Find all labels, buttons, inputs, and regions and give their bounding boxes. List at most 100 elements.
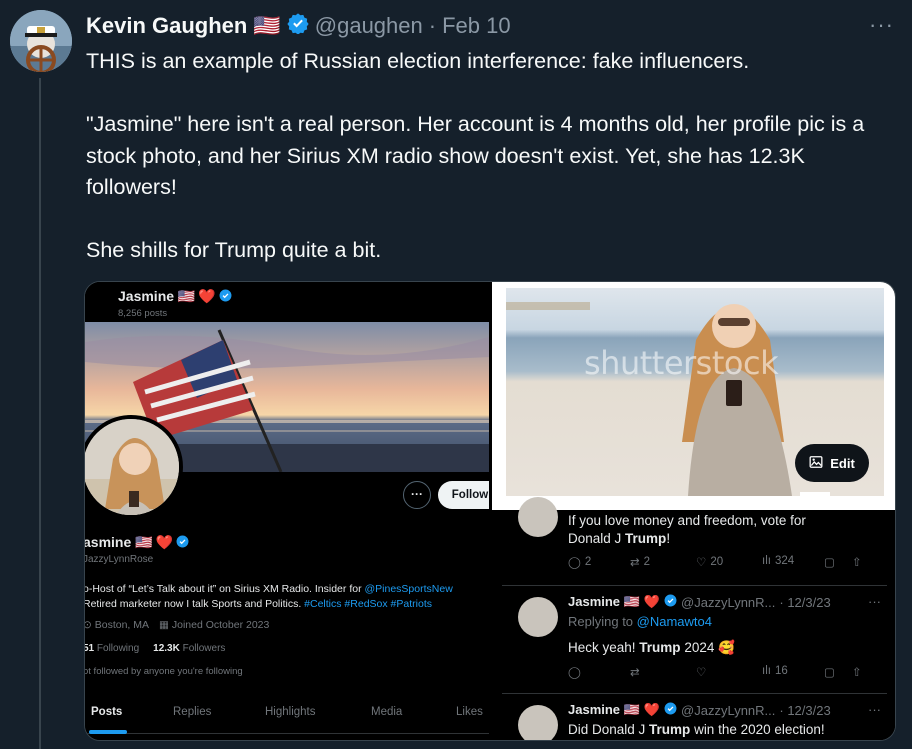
bookmark-icon[interactable]: ▢ xyxy=(824,555,835,569)
tweet-author-name[interactable]: Jasmine 🇺🇸 xyxy=(568,702,640,718)
tweets-screenshot[interactable]: If you love money and freedom, vote for … xyxy=(492,497,895,740)
tweet-date[interactable]: · 12/3/23 xyxy=(779,703,830,718)
following-count[interactable]: 51 Following xyxy=(85,643,139,654)
like-count: 20 xyxy=(710,556,724,568)
not-followed-note: ot followed by anyone you're following xyxy=(85,666,243,677)
profile-tabs: Posts Replies Highlights Media Likes xyxy=(85,694,489,734)
following-number: 51 xyxy=(85,643,95,654)
following-label: Following xyxy=(96,643,140,654)
tab-highlights[interactable]: Highlights xyxy=(265,706,316,718)
joined-text: Joined October 2023 xyxy=(171,619,270,631)
text-run: Did Donald J xyxy=(568,722,650,737)
view-count: 16 xyxy=(774,665,788,677)
heart-icon: ♡ xyxy=(696,557,707,569)
like-action[interactable]: ♡ 20 xyxy=(696,555,723,569)
tweet-actions: ◯ 2 ⇄ 2 ♡ 20 ılı 324 ▢ ⇧ xyxy=(568,555,868,575)
author-name[interactable]: Kevin Gaughen xyxy=(86,13,247,39)
bio-hashtags[interactable]: #Celtics #RedSox #Patriots xyxy=(304,598,432,610)
share-icon[interactable]: ⇧ xyxy=(852,665,862,679)
jasmine-avatar[interactable] xyxy=(518,705,558,740)
divider xyxy=(502,585,887,586)
tweet-text: THIS is an example of Russian election i… xyxy=(86,49,865,262)
replying-prefix: Replying to xyxy=(568,614,637,629)
tweet-date[interactable]: · 12/3/23 xyxy=(779,595,830,610)
views-action[interactable]: ılı 16 xyxy=(762,665,788,677)
profile-avatar[interactable] xyxy=(85,415,183,519)
followers-number: 12.3K xyxy=(153,643,180,654)
tab-likes[interactable]: Likes xyxy=(456,706,483,718)
text-run: Heck yeah! xyxy=(568,640,640,655)
profile-meta: ⊙ Boston, MA ▦ Joined October 2023 xyxy=(85,619,269,631)
location-text: Boston, MA xyxy=(94,619,150,631)
repost-icon[interactable]: ⇄ xyxy=(630,665,640,679)
views-action[interactable]: ılı 324 xyxy=(762,555,794,567)
share-icon[interactable]: ⇧ xyxy=(852,555,862,569)
tweet-author-handle[interactable]: @JazzyLynnR... xyxy=(681,703,775,718)
bio-line-2: Retired marketer now I talk Sports and P… xyxy=(85,598,305,610)
edit-button[interactable]: Edit xyxy=(795,444,869,482)
media-container[interactable]: Jasmine 🇺🇸 ❤️ 8,256 posts ··· Follow asm… xyxy=(84,281,896,741)
profile-screenshot[interactable]: Jasmine 🇺🇸 ❤️ 8,256 posts ··· Follow asm… xyxy=(85,282,489,740)
heart-icon[interactable]: ♡ xyxy=(696,665,706,679)
heart-emoji: ❤️ xyxy=(198,288,216,304)
shutterstock-watermark: shutterstock xyxy=(584,344,779,382)
separator-dot: · xyxy=(428,13,437,38)
replying-to-handle[interactable]: @Namawto4 xyxy=(637,614,712,629)
reply-count: 2 xyxy=(584,556,592,568)
jasmine-avatar[interactable] xyxy=(518,597,558,637)
repost-count: 2 xyxy=(643,556,651,568)
tab-posts[interactable]: Posts xyxy=(91,706,122,718)
reply-icon[interactable]: ◯ xyxy=(568,665,581,679)
thread-line xyxy=(39,78,41,749)
tweet-author-name[interactable]: Jasmine 🇺🇸 xyxy=(568,594,640,610)
bookmark-icon[interactable]: ▢ xyxy=(824,665,835,679)
repost-action[interactable]: ⇄ 2 xyxy=(630,555,650,569)
profile-top-name: Jasmine 🇺🇸 ❤️ xyxy=(118,288,232,305)
jasmine-avatar[interactable] xyxy=(518,497,558,537)
text-bold-run: Trump xyxy=(649,722,691,737)
reply-icon: ◯ xyxy=(568,557,581,569)
tweet-author-handle[interactable]: @JazzyLynnR... xyxy=(681,595,775,610)
more-icon[interactable]: ··· xyxy=(868,702,881,717)
stock-photo-screenshot[interactable]: shutterstock Edit xyxy=(492,282,895,510)
more-icon[interactable]: ··· xyxy=(868,594,881,609)
views-icon: ılı xyxy=(762,665,771,677)
tweet-3-header: Jasmine 🇺🇸 ❤️ @JazzyLynnR... · 12/3/23 xyxy=(568,702,831,718)
location-icon: ⊙ xyxy=(85,619,92,631)
followers-label: Followers xyxy=(182,643,226,654)
verified-badge-icon xyxy=(287,12,309,40)
tweet-3-text: Did Donald J Trump win the 2020 election… xyxy=(568,720,825,739)
profile-display-name-text: asmine 🇺🇸 xyxy=(85,534,153,550)
more-icon[interactable]: ··· xyxy=(869,12,894,38)
text-bold-run: Trump xyxy=(625,531,667,546)
tweet-date[interactable]: Feb 10 xyxy=(442,13,511,39)
divider xyxy=(502,693,887,694)
verified-badge-icon xyxy=(664,594,677,610)
author-handle[interactable]: @gaughen xyxy=(315,13,423,39)
tab-media[interactable]: Media xyxy=(371,706,402,718)
bio-link[interactable]: @PinesSportsNew xyxy=(365,583,453,595)
replying-to: Replying to @Namawto4 xyxy=(568,614,712,629)
followers-count[interactable]: 12.3K Followers xyxy=(153,643,225,654)
right-column: shutterstock Edit If you love money and … xyxy=(492,282,895,740)
joined: ▦ Joined October 2023 xyxy=(159,619,269,631)
reply-action[interactable]: ◯ 2 xyxy=(568,555,591,569)
image-edit-icon xyxy=(809,455,823,472)
verified-badge-icon xyxy=(664,702,677,718)
verified-badge-icon xyxy=(219,289,232,305)
profile-posts-count: 8,256 posts xyxy=(118,308,168,319)
follow-button[interactable]: Follow xyxy=(438,481,489,509)
location: ⊙ Boston, MA xyxy=(85,619,149,631)
profile-counts: 51 Following 12.3K Followers xyxy=(85,643,225,654)
profile-more-button[interactable]: ··· xyxy=(403,481,431,509)
text-run: win the 2020 election! xyxy=(690,722,825,737)
text-run: Donald J xyxy=(568,531,626,546)
tweet-partial-text-1: If you love money and freedom, vote for xyxy=(568,513,806,528)
repost-icon: ⇄ xyxy=(630,557,640,569)
tweet-header: Kevin Gaughen 🇺🇸 @gaughen · Feb 10 xyxy=(86,10,511,42)
profile-handle: JazzyLynnRose xyxy=(85,554,154,565)
views-icon: ılı xyxy=(762,555,771,567)
calendar-icon: ▦ xyxy=(159,619,169,631)
tab-replies[interactable]: Replies xyxy=(173,706,211,718)
author-avatar[interactable] xyxy=(10,10,72,72)
